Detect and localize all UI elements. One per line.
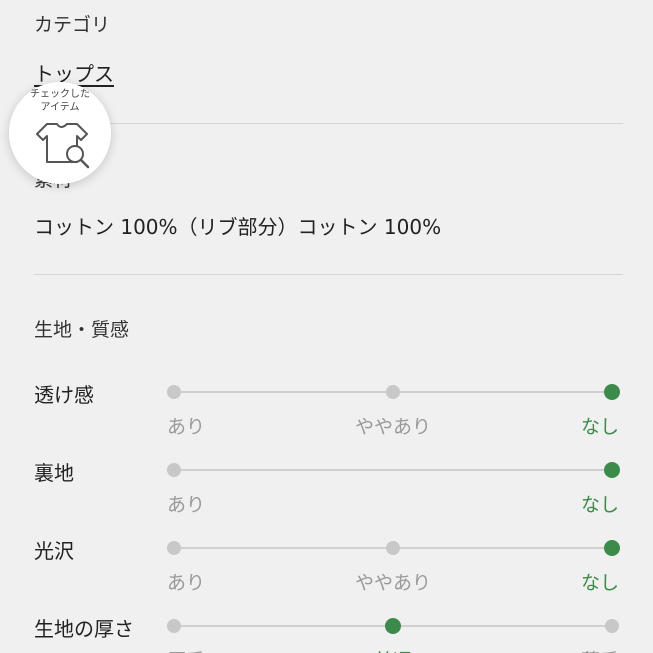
category-label: カテゴリ (34, 14, 111, 36)
divider (34, 123, 623, 124)
scale-dot-selected (604, 540, 620, 556)
scale-option-label: あり (167, 572, 206, 594)
tshirt-search-icon (36, 123, 90, 169)
scale-option-label: 薄手 (581, 646, 619, 653)
scale-option-label: あり (167, 416, 206, 438)
attribute-label: 生地の厚さ (34, 617, 134, 641)
scale-dot (167, 619, 181, 633)
material-value: コットン 100%（リブ部分）コットン 100% (34, 215, 442, 239)
scale-dot (167, 463, 181, 477)
scale-option-label: あり (167, 494, 206, 516)
attribute-label: 裏地 (34, 461, 74, 485)
scale-dot (167, 385, 181, 399)
scale-option-label: 普通 (374, 646, 412, 653)
scale-option-label: なし (581, 494, 620, 516)
scale-option-label: なし (581, 572, 620, 594)
scale-dot-selected (604, 462, 620, 478)
scale-dot (386, 385, 400, 399)
scale-dot (167, 541, 181, 555)
scale-dot (386, 541, 400, 555)
scale-option-label: なし (581, 416, 620, 438)
product-detail-panel: カテゴリ トップス 素材 コットン 100%（リブ部分）コットン 100% 生地… (0, 0, 653, 653)
category-link[interactable]: トップス (34, 58, 114, 87)
scale-option-label: 厚手 (167, 646, 205, 653)
divider (34, 274, 623, 275)
attribute-label: 透け感 (34, 383, 94, 407)
badge-text-line2: アイテム (40, 102, 80, 113)
scale-option-label: ややあり (355, 572, 432, 594)
scale-dot (605, 619, 619, 633)
fabric-section-label: 生地・質感 (34, 319, 130, 341)
scale-dot-selected (385, 618, 401, 634)
scale-dot-selected (604, 384, 620, 400)
badge-text-line1: チェックした (30, 89, 90, 100)
attribute-label: 光沢 (34, 539, 74, 563)
checked-items-button[interactable]: チェックした アイテム (9, 82, 111, 184)
scale-option-label: ややあり (355, 416, 432, 438)
attribute-scale-track (174, 469, 612, 471)
